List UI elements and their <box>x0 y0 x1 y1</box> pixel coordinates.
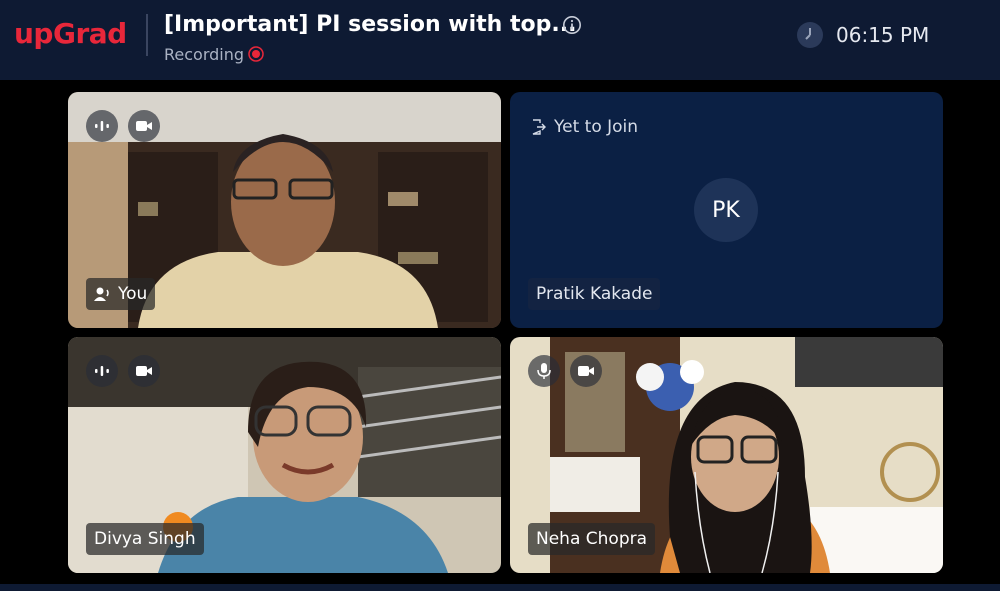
participant-tile-neha[interactable]: Neha Chopra <box>510 337 943 573</box>
camera-icon <box>136 366 152 376</box>
recording-dot-icon <box>248 46 264 62</box>
header-divider <box>146 14 148 56</box>
upgrad-logo: upGrad <box>14 17 127 50</box>
participant-tile-you[interactable]: You <box>68 92 501 328</box>
camera-icon <box>136 121 152 131</box>
clock-icon <box>797 22 823 48</box>
yet-to-join-status: Yet to Join <box>530 114 638 140</box>
camera-button[interactable] <box>128 110 160 142</box>
participant-name: Divya Singh <box>94 529 196 549</box>
participant-name: Neha Chopra <box>536 529 648 549</box>
participant-name-tag: Neha Chopra <box>528 523 656 555</box>
participant-name-tag: You <box>86 278 156 310</box>
camera-button[interactable] <box>128 355 160 387</box>
audio-activity-button[interactable] <box>86 355 118 387</box>
camera-button[interactable] <box>570 355 602 387</box>
bottom-bar <box>0 584 1000 591</box>
audio-activity-button[interactable] <box>86 110 118 142</box>
microphone-button[interactable] <box>528 355 560 387</box>
camera-icon <box>578 366 594 376</box>
participant-tile-pending[interactable]: Yet to Join PK Pratik Kakade <box>510 92 943 328</box>
info-icon[interactable] <box>562 15 582 35</box>
participant-tile-divya[interactable]: Divya Singh <box>68 337 501 573</box>
participant-name: Pratik Kakade <box>528 278 661 310</box>
speaker-icon <box>94 287 109 301</box>
exit-door-icon <box>532 119 546 135</box>
speaking-icon <box>95 366 109 376</box>
participant-name: You <box>118 284 148 304</box>
recording-status: Recording <box>164 45 245 64</box>
speaking-icon <box>95 121 109 131</box>
participant-name-tag: Divya Singh <box>86 523 204 555</box>
yet-to-join-label: Yet to Join <box>554 117 639 137</box>
top-bar: upGrad [Important] PI session with top..… <box>0 0 1000 80</box>
microphone-icon <box>537 363 551 379</box>
avatar: PK <box>694 178 758 242</box>
clock-time: 06:15 PM <box>836 23 930 47</box>
meeting-title: [Important] PI session with top... <box>164 12 577 37</box>
